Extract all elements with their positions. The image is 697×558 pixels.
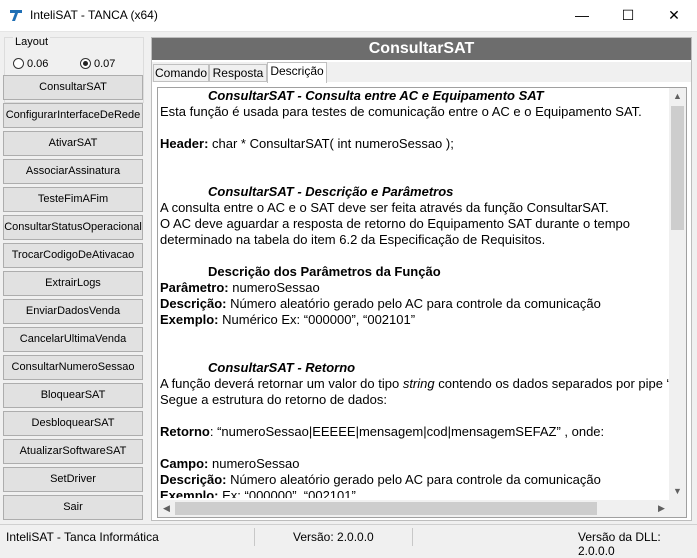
scroll-corner: [669, 500, 686, 517]
layout-radio-006[interactable]: 0.06: [13, 58, 48, 70]
associar-assinatura-button[interactable]: AssociarAssinatura: [3, 159, 143, 184]
paragraph: determinado na tabela do item 6.2 da Esp…: [160, 232, 546, 247]
field-description-line: Descrição: Número aleatório gerado pelo …: [160, 472, 601, 487]
minimize-icon: —: [575, 7, 589, 23]
extrair-logs-button[interactable]: ExtrairLogs: [3, 271, 143, 296]
app-logo-icon: [10, 10, 22, 21]
sidebar: Layout 0.06 0.07 ConsultarSAT Configurar…: [0, 32, 148, 522]
tab-descricao[interactable]: Descrição: [267, 62, 327, 83]
layout-radio-007[interactable]: 0.07: [80, 58, 115, 70]
bloquear-sat-button[interactable]: BloquearSAT: [3, 383, 143, 408]
radio-off-icon: [13, 58, 24, 69]
desbloquear-sat-button[interactable]: DesbloquearSAT: [3, 411, 143, 436]
return-line: Retorno: “numeroSessao|EEEEE|mensagem|co…: [160, 424, 605, 439]
atualizar-software-sat-button[interactable]: AtualizarSoftwareSAT: [3, 439, 143, 464]
header-line: Header: char * ConsultarSAT( int numeroS…: [160, 136, 454, 151]
paragraph: A função deverá retornar um valor do tip…: [160, 376, 670, 391]
cancelar-ultima-venda-button[interactable]: CancelarUltimaVenda: [3, 327, 143, 352]
window-title: InteliSAT - TANCA (x64): [30, 8, 158, 22]
close-icon: ✕: [668, 7, 680, 23]
close-button[interactable]: ✕: [651, 0, 697, 31]
paragraph: Esta função é usada para testes de comun…: [160, 104, 642, 119]
horizontal-scrollbar[interactable]: ◀ ▶: [158, 500, 670, 517]
status-bar: InteliSAT - Tanca Informática Versão: 2.…: [0, 524, 697, 558]
horizontal-scroll-thumb[interactable]: [175, 502, 597, 515]
scroll-down-icon[interactable]: ▼: [669, 483, 686, 500]
status-dll-version: Versão da DLL: 2.0.0.0: [578, 530, 661, 558]
scroll-left-icon[interactable]: ◀: [158, 500, 175, 517]
description-text: ConsultarSAT - Consulta entre AC e Equip…: [158, 88, 670, 498]
sair-button[interactable]: Sair: [3, 495, 143, 520]
consultar-numero-sessao-button[interactable]: ConsultarNumeroSessao: [3, 355, 143, 380]
trocar-codigo-de-ativacao-button[interactable]: TrocarCodigoDeAtivacao: [3, 243, 143, 268]
status-version: Versão: 2.0.0.0: [293, 530, 374, 544]
consultar-sat-button[interactable]: ConsultarSAT: [3, 75, 143, 100]
section-heading: ConsultarSAT - Consulta entre AC e Equip…: [208, 88, 544, 103]
description-viewer[interactable]: ConsultarSAT - Consulta entre AC e Equip…: [157, 87, 687, 518]
param-description-line: Descrição: Número aleatório gerado pelo …: [160, 296, 601, 311]
set-driver-button[interactable]: SetDriver: [3, 467, 143, 492]
teste-fim-a-fim-button[interactable]: TesteFimAFim: [3, 187, 143, 212]
tab-resposta[interactable]: Resposta: [209, 64, 267, 82]
field-line: Campo: numeroSessao: [160, 456, 300, 471]
scroll-up-icon[interactable]: ▲: [669, 88, 686, 105]
title-bar: InteliSAT - TANCA (x64) — ☐ ✕: [0, 0, 697, 32]
param-line: Parâmetro: numeroSessao: [160, 280, 320, 295]
paragraph: A consulta entre o AC e o SAT deve ser f…: [160, 200, 609, 215]
maximize-button[interactable]: ☐: [605, 0, 651, 31]
param-example-line: Exemplo: Numérico Ex: “000000”, “002101”: [160, 312, 416, 327]
vertical-scrollbar[interactable]: ▲ ▼: [669, 88, 686, 500]
consultar-status-operacional-button[interactable]: ConsultarStatusOperacional: [3, 215, 143, 240]
tab-comando[interactable]: Comando: [153, 64, 209, 82]
section-heading: ConsultarSAT - Descrição e Parâmetros: [208, 184, 454, 199]
paragraph: O AC deve aguardar a resposta de retorno…: [160, 216, 630, 231]
minimize-button[interactable]: —: [559, 0, 605, 31]
tab-bar: Comando Resposta Descrição: [152, 62, 691, 83]
field-example-line: Exemplo: Ex: “000000”, “002101”: [160, 488, 356, 498]
panel-title: ConsultarSAT: [152, 38, 691, 60]
section-heading: ConsultarSAT - Retorno: [208, 360, 356, 375]
ativar-sat-button[interactable]: AtivarSAT: [3, 131, 143, 156]
vertical-scroll-thumb[interactable]: [671, 106, 684, 230]
configurar-interface-de-rede-button[interactable]: ConfigurarInterfaceDeRede: [3, 103, 143, 128]
radio-on-icon: [80, 58, 91, 69]
main-panel: ConsultarSAT Comando Resposta Descrição …: [151, 37, 692, 521]
paragraph: Segue a estrutura do retorno de dados:: [160, 392, 387, 407]
scroll-right-icon[interactable]: ▶: [653, 500, 670, 517]
section-heading: Descrição dos Parâmetros da Função: [208, 264, 441, 279]
maximize-icon: ☐: [621, 7, 635, 23]
layout-label: Layout: [13, 36, 51, 48]
enviar-dados-venda-button[interactable]: EnviarDadosVenda: [3, 299, 143, 324]
status-app-name: InteliSAT - Tanca Informática: [6, 530, 159, 544]
